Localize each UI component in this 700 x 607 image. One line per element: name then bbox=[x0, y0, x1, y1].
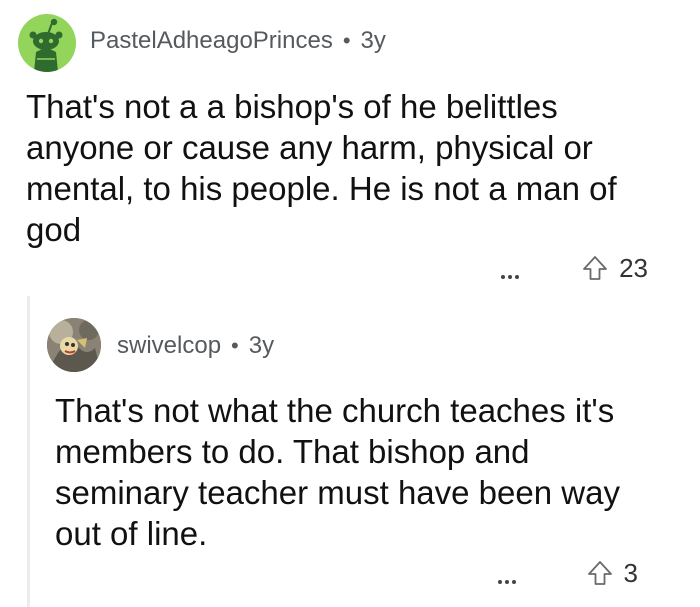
comment-age: 3y bbox=[248, 332, 275, 359]
comment-actions: 23 bbox=[497, 252, 648, 284]
more-options-icon-dot bbox=[515, 275, 520, 279]
comment-meta: PastelAdheagoPrinces • 3y bbox=[90, 26, 386, 56]
vote-count: 3 bbox=[623, 557, 638, 588]
more-options-button[interactable] bbox=[497, 255, 523, 281]
upvote-arrow-icon[interactable] bbox=[586, 559, 614, 587]
avatar[interactable] bbox=[47, 318, 101, 372]
comment-meta: swivelcop • 3y bbox=[117, 331, 274, 361]
upvote-arrow-icon[interactable] bbox=[581, 254, 609, 282]
comment-body: That's not a a bishop's of he belittles … bbox=[26, 88, 617, 248]
comment-age: 3y bbox=[360, 27, 386, 54]
author-name[interactable]: PastelAdheagoPrinces bbox=[90, 27, 333, 55]
comment-body: That's not what the church teaches it's … bbox=[55, 392, 620, 552]
more-options-icon-dot bbox=[511, 580, 516, 584]
comment-actions: 3 bbox=[494, 557, 638, 589]
more-options-icon bbox=[501, 275, 506, 279]
meta-separator: • bbox=[342, 28, 351, 53]
more-options-button[interactable] bbox=[494, 560, 520, 586]
vote-count: 23 bbox=[619, 252, 648, 283]
more-options-icon bbox=[497, 580, 502, 584]
avatar[interactable] bbox=[18, 14, 76, 72]
vote-group: 23 bbox=[581, 253, 648, 284]
more-options-icon-dot bbox=[508, 275, 513, 279]
author-name[interactable]: swivelcop bbox=[117, 332, 221, 360]
meta-separator: • bbox=[231, 333, 239, 358]
thread-line[interactable] bbox=[27, 296, 30, 607]
vote-group: 3 bbox=[586, 558, 638, 589]
snoo-avatar-icon bbox=[29, 18, 63, 72]
user-photo-avatar bbox=[47, 318, 101, 372]
more-options-icon-dot bbox=[504, 580, 509, 584]
